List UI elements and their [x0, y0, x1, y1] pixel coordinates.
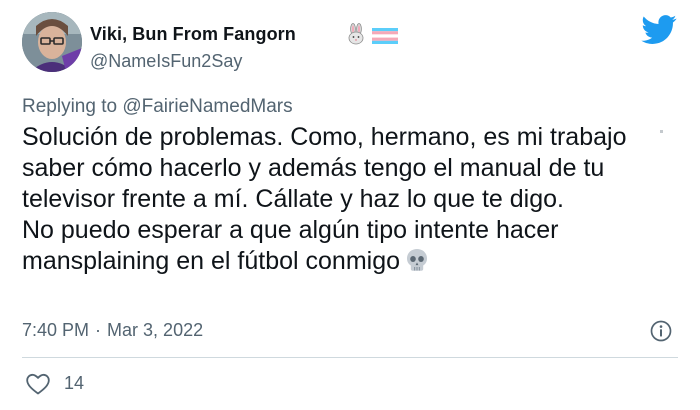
info-icon[interactable] [649, 319, 673, 343]
skull-emoji-icon [407, 249, 428, 271]
tweet-text-paragraph-2-text: No puedo esperar a que algún tipo intent… [22, 216, 559, 275]
tweet-time[interactable]: 7:40 PM [22, 320, 89, 340]
transgender-flag-icon [372, 28, 398, 44]
tweet-card: Viki, Bun From Fangorn @NameIsFun2Say Re… [0, 0, 700, 410]
author-handle[interactable]: @NameIsFun2Say [90, 51, 242, 72]
divider [22, 357, 678, 358]
heart-icon[interactable] [25, 372, 51, 396]
avatar[interactable] [22, 12, 82, 72]
timestamp-separator: · [95, 320, 102, 340]
rabbit-emoji-icon [348, 23, 364, 45]
twitter-bird-icon[interactable] [641, 15, 677, 45]
tweet-text-paragraph-1: Solución de problemas. Como, hermano, es… [22, 123, 627, 213]
display-name[interactable]: Viki, Bun From Fangorn [90, 24, 296, 45]
tweet-text: Solución de problemas. Como, hermano, es… [22, 122, 682, 277]
like-count: 14 [64, 373, 85, 393]
tweet-date[interactable]: Mar 3, 2022 [107, 320, 203, 340]
tweet-text-paragraph-2: No puedo esperar a que algún tipo intent… [22, 215, 682, 277]
replying-to-label: Replying to [22, 96, 118, 117]
tweet-timestamp[interactable]: 7:40 PM · Mar 3, 2022 [22, 320, 203, 341]
reply-mention-link[interactable]: @FairieNamedMars [122, 96, 292, 117]
replying-to: Replying to @FairieNamedMars [22, 96, 293, 118]
